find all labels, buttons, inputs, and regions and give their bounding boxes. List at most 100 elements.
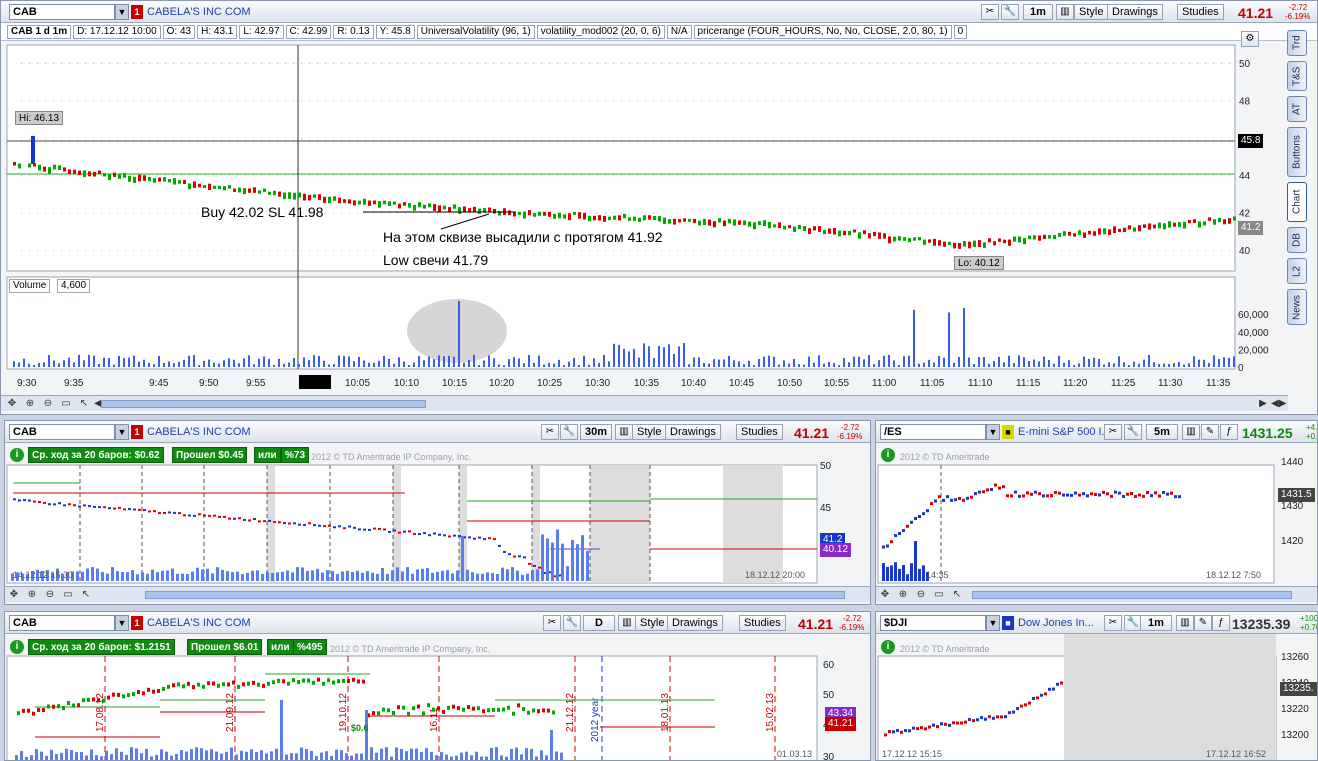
p30-candle [393, 529, 396, 532]
es-tools-icon[interactable]: ✂ [1104, 424, 1122, 440]
p30-style-icon[interactable]: ▥ [615, 424, 633, 440]
volume-bar [528, 355, 530, 367]
last-price-label: 41.2 [1238, 221, 1264, 235]
pd-tools-icon[interactable]: ✂ [543, 615, 561, 631]
p30-session-shade [267, 465, 275, 583]
pd-info-icon[interactable]: i [10, 640, 24, 654]
es-style-icon[interactable]: ▥ [1182, 424, 1200, 440]
es-scrollbar[interactable] [972, 591, 1292, 599]
grid-dot [309, 175, 310, 177]
p30-candle [408, 530, 411, 533]
pd-timeframe-button[interactable]: D [583, 615, 615, 631]
p30-zoom-in-icon[interactable]: ⊕ [25, 588, 39, 602]
es-wrench-icon[interactable]: 🔧 [1124, 424, 1142, 440]
sidebar-tab-buttons[interactable]: Buttons [1287, 127, 1307, 177]
zoom-box-icon[interactable]: ▭ [59, 397, 73, 411]
pd-wrench-icon[interactable]: 🔧 [563, 615, 581, 631]
es-pointer-icon[interactable]: ↖ [950, 588, 964, 602]
p30-style-button[interactable]: Style [632, 424, 667, 440]
dji-tools-icon[interactable]: ✂ [1104, 615, 1122, 631]
p30-pointer-icon[interactable]: ↖ [79, 588, 93, 602]
es-timeframe-button[interactable]: 5m [1146, 424, 1178, 440]
p30-zoom-out-icon[interactable]: ⊖ [43, 588, 57, 602]
dji-style-icon[interactable]: ▥ [1176, 615, 1194, 631]
symbol-input[interactable]: CAB [9, 4, 115, 20]
p30-timeframe-button[interactable]: 30m [580, 424, 612, 440]
symbol-dropdown-icon[interactable]: ▼ [115, 4, 129, 20]
pd-drawings-button[interactable]: Drawings [667, 615, 723, 631]
pd-volume-bar [475, 751, 478, 760]
sidebar-tab-at[interactable]: AT [1287, 96, 1307, 122]
es-link-group-icon[interactable]: ■ [1002, 425, 1014, 439]
pan-icon[interactable]: ✥ [5, 397, 19, 411]
p30-scrollbar[interactable] [145, 591, 845, 599]
p30-link-group-icon[interactable]: 1 [131, 425, 143, 439]
volume-bar [323, 360, 325, 367]
p30-symbol-dropdown-icon[interactable]: ▼ [115, 424, 129, 440]
dji-link-group-icon[interactable]: ■ [1002, 616, 1014, 630]
es-zoom-in-icon[interactable]: ⊕ [896, 588, 910, 602]
dji-timeframe-button[interactable]: 1m [1140, 615, 1172, 631]
wrench-icon[interactable]: 🔧 [1001, 4, 1019, 20]
dji-symbol-dropdown-icon[interactable]: ▼ [986, 615, 1000, 631]
dji-drawings-icon[interactable]: ✎ [1194, 615, 1212, 631]
p30-drawings-button[interactable]: Drawings [665, 424, 721, 440]
sidebar-tab-ts[interactable]: T&S [1287, 61, 1307, 91]
p30-wrench-icon[interactable]: 🔧 [560, 424, 578, 440]
sidebar-tab-chart[interactable]: Chart [1287, 182, 1307, 222]
timeframe-button[interactable]: 1m [1023, 4, 1053, 20]
sidebar-tab-trd[interactable]: Trd [1287, 30, 1307, 56]
es-pan-icon[interactable]: ✥ [878, 588, 892, 602]
es-drawings-icon[interactable]: ✎ [1201, 424, 1219, 440]
grid-dot [333, 137, 334, 139]
pd-studies-button[interactable]: Studies [739, 615, 786, 631]
link-group-icon[interactable]: 1 [131, 5, 143, 19]
pd-symbol-dropdown-icon[interactable]: ▼ [115, 615, 129, 631]
scroll-right-icon[interactable]: ▶ [1256, 397, 1270, 411]
main-scrollbar[interactable] [101, 400, 426, 408]
studies-button[interactable]: Studies [1177, 4, 1224, 20]
dji-studies-icon[interactable]: ƒ [1212, 615, 1230, 631]
pd-symbol-input[interactable]: CAB [9, 615, 115, 631]
es-symbol-input[interactable]: /ES [880, 424, 986, 440]
es-zoom-out-icon[interactable]: ⊖ [914, 588, 928, 602]
es-symbol-dropdown-icon[interactable]: ▼ [986, 424, 1000, 440]
p30-pan-icon[interactable]: ✥ [7, 588, 21, 602]
settings-icon[interactable]: ⚙ [1241, 31, 1259, 47]
pd-style-icon[interactable]: ▥ [618, 615, 636, 631]
p30-info-icon[interactable]: i [10, 448, 24, 462]
es-zoom-box-icon[interactable]: ▭ [932, 588, 946, 602]
es-info-icon[interactable]: i [881, 448, 895, 462]
pd-style-button[interactable]: Style [635, 615, 670, 631]
p30-symbol-input[interactable]: CAB [9, 424, 115, 440]
drawings-button[interactable]: Drawings [1107, 4, 1163, 20]
es-studies-icon[interactable]: ƒ [1220, 424, 1238, 440]
pd-link-group-icon[interactable]: 1 [131, 616, 143, 630]
p30-zoom-box-icon[interactable]: ▭ [61, 588, 75, 602]
style-button[interactable]: Style [1074, 4, 1109, 20]
sidebar-tab-db[interactable]: DB [1287, 227, 1307, 253]
pct-badge: %0 [259, 54, 282, 70]
zoom-out-icon[interactable]: ⊖ [41, 397, 55, 411]
grid-dot [877, 100, 878, 102]
p30-tools-icon[interactable]: ✂ [541, 424, 559, 440]
grid-dot [517, 175, 518, 177]
pointer-icon[interactable]: ↖ [77, 397, 91, 411]
p30-volume-bar [491, 573, 494, 581]
style-icon[interactable]: ▥ [1056, 4, 1074, 20]
grid-dot [629, 175, 630, 177]
tools-icon[interactable]: ✂ [981, 4, 999, 20]
sidebar-tab-news[interactable]: News [1287, 289, 1307, 325]
dji-info-icon[interactable]: i [881, 640, 895, 654]
es-candle [1134, 494, 1137, 498]
p30-studies-button[interactable]: Studies [736, 424, 783, 440]
dji-price-chart[interactable]: 13260132401322013200 [876, 612, 1318, 761]
zoom-in-icon[interactable]: ⊕ [23, 397, 37, 411]
pd-volume-bar [320, 752, 323, 760]
dji-symbol-input[interactable]: $DJI [880, 615, 986, 631]
pd-avg-range-badge: Ср. ход за 20 баров: $1.2151 [28, 639, 175, 655]
sidebar-tab-l[interactable]: L2 [1287, 258, 1307, 284]
expand-icon[interactable]: ◀▶ [1271, 397, 1286, 411]
grid-dot [405, 100, 406, 102]
pd-price-chart[interactable]: 6050403017.08.1221.09.1219.10.1216.1121.… [5, 612, 871, 761]
